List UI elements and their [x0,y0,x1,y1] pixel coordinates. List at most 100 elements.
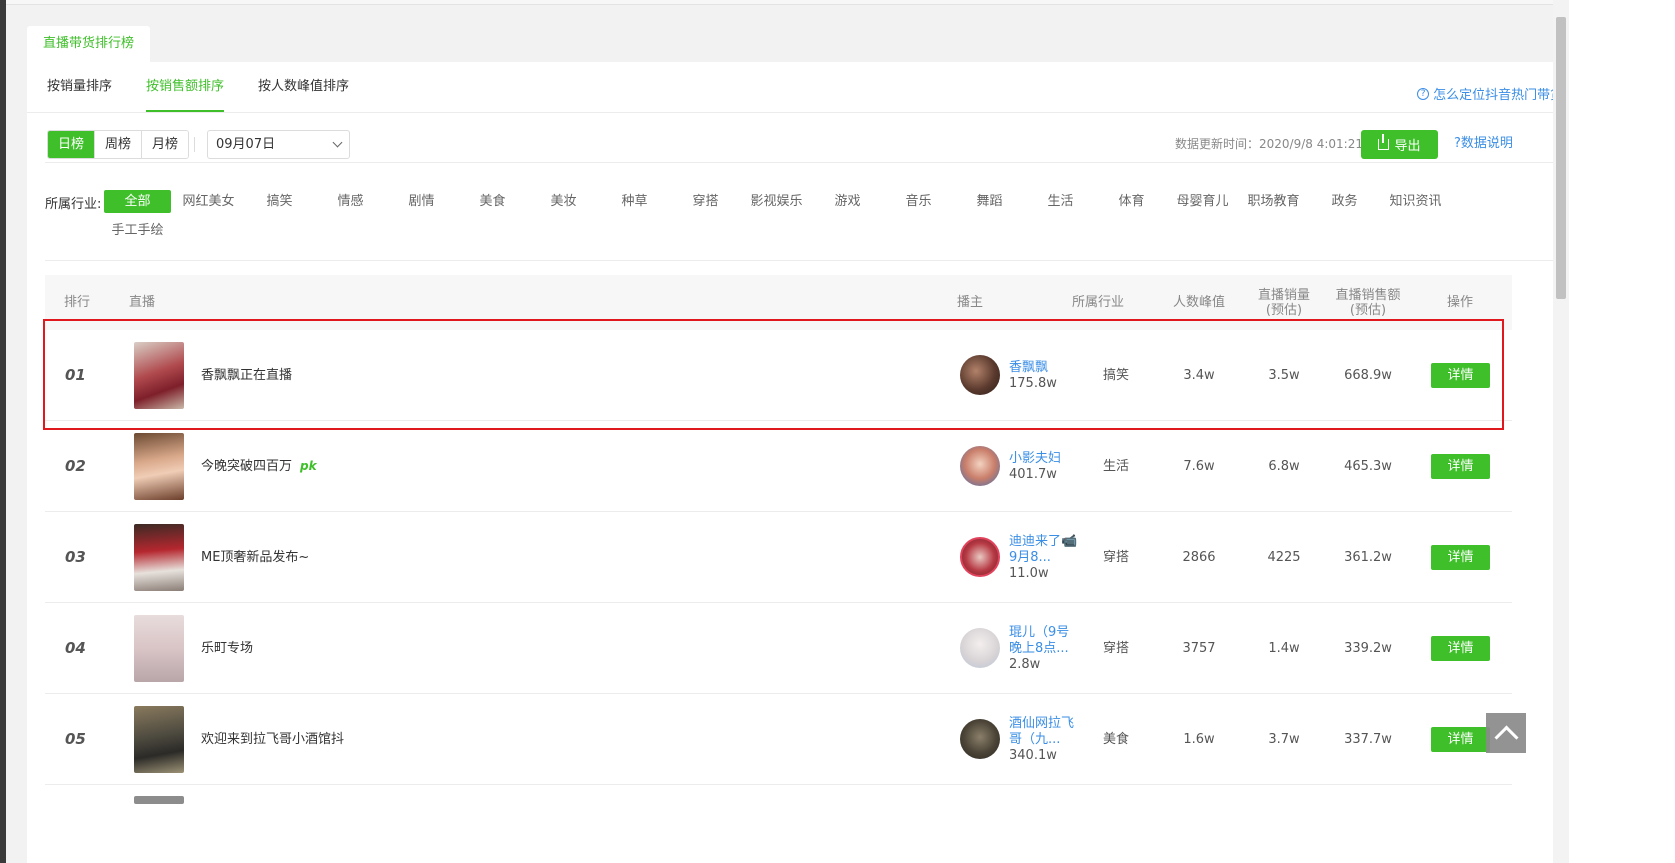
tab-sort-by-peak[interactable]: 按人数峰值排序 [258,62,349,112]
tab-sort-by-amount[interactable]: 按销售额排序 [146,62,225,112]
sales-amount-cell: 361.2w [1344,550,1392,565]
industry-chip[interactable]: 游戏 [814,190,881,213]
date-select[interactable]: 09月07日 [207,130,350,159]
table-row: 03 ME顶奢新品发布~ 迪迪来了📹9月8... 11.0w 穿搭 2866 4… [45,512,1512,603]
tab-sort-by-volume[interactable]: 按销量排序 [47,62,112,112]
table-header: 排行 直播 播主 所属行业 人数峰值 直播销量(预估) 直播销售额(预估) 操作 [45,275,1512,330]
industry-chip[interactable]: 剧情 [388,190,455,213]
anchor-fans: 11.0w [1009,566,1049,581]
industry-chip-all[interactable]: 全部 [104,190,171,213]
anchor-avatar[interactable] [960,355,1000,395]
back-to-top-button[interactable] [1486,713,1526,753]
date-select-value: 09月07日 [216,137,276,152]
anchor-avatar[interactable] [960,628,1000,668]
live-title[interactable]: 乐町专场 [201,603,253,694]
industry-chip[interactable]: 影视娱乐 [743,190,810,213]
table-row: 04 乐町专场 琨儿（9号晚上8点... 2.8w 穿搭 3757 1.4w 3… [45,603,1512,694]
live-title-text: 今晚突破四百万 [201,459,293,474]
industry-chip[interactable]: 搞笑 [246,190,313,213]
top-strip [6,0,1660,5]
peak-cell: 3757 [1182,641,1216,656]
tab-weekly[interactable]: 周榜 [95,131,143,158]
divider [45,162,1619,163]
industry-chip[interactable]: 情感 [317,190,384,213]
anchor-info: 香飘飘 175.8w [1009,360,1079,392]
live-title[interactable]: 香飘飘正在直播 [201,330,292,421]
sales-volume-cell: 3.7w [1268,732,1300,747]
sales-volume-cell: 1.4w [1268,641,1300,656]
industry-chip[interactable]: 穿搭 [672,190,739,213]
detail-button[interactable]: 详情 [1431,363,1490,388]
detail-button[interactable]: 详情 [1431,545,1490,570]
industry-chip[interactable]: 美妆 [530,190,597,213]
detail-button[interactable]: 详情 [1431,727,1490,752]
data-help-link[interactable]: ?数据说明 [1454,135,1513,153]
industry-chip[interactable]: 网红美女 [175,190,242,213]
column-header-sales-volume: 直播销量(预估) [1257,287,1310,318]
industry-chip[interactable]: 职场教育 [1240,190,1307,213]
anchor-avatar[interactable] [960,446,1000,486]
peak-cell: 1.6w [1183,732,1215,747]
peak-cell: 3.4w [1183,368,1215,383]
industry-chip[interactable]: 政务 [1311,190,1378,213]
anchor-fans: 175.8w [1009,376,1057,391]
sales-amount-cell: 337.7w [1344,732,1392,747]
page-title-tab[interactable]: 直播带货排行榜 [27,26,151,62]
industry-chip[interactable]: 知识资讯 [1382,190,1449,213]
detail-button[interactable]: 详情 [1431,454,1490,479]
industry-chip[interactable]: 体育 [1098,190,1165,213]
live-title[interactable]: 今晚突破四百万 pk [201,421,317,512]
live-thumbnail[interactable] [134,796,184,804]
anchor-name[interactable]: 酒仙网拉飞哥（九... [1009,716,1079,748]
industry-chip[interactable]: 手工手绘 [104,219,171,242]
scrollbar-thumb[interactable] [1556,17,1566,299]
industry-cell: 穿搭 [1102,641,1129,656]
industry-chip[interactable]: 母婴育儿 [1169,190,1236,213]
industry-chip[interactable]: 舞蹈 [956,190,1023,213]
export-button[interactable]: 导出 [1361,130,1438,159]
industry-chip[interactable]: 种草 [601,190,668,213]
anchor-info: 迪迪来了📹9月8... 11.0w [1009,534,1079,582]
column-header-rank: 排行 [63,295,90,310]
column-header-live: 直播 [128,295,155,310]
anchor-avatar[interactable] [960,537,1000,577]
industry-chip[interactable]: 生活 [1027,190,1094,213]
peak-cell: 2866 [1182,550,1216,565]
column-header-industry: 所属行业 [1071,295,1124,310]
table-row: 05 欢迎来到拉飞哥小酒馆抖 酒仙网拉飞哥（九... 340.1w 美食 1.6… [45,694,1512,785]
live-thumbnail[interactable] [134,342,184,409]
industry-cell: 穿搭 [1102,550,1129,565]
anchor-fans: 2.8w [1009,657,1041,672]
live-thumbnail[interactable] [134,615,184,682]
live-thumbnail[interactable] [134,706,184,773]
sort-tabs: 按销量排序 按销售额排序 按人数峰值排序 [47,62,349,112]
detail-button[interactable]: 详情 [1431,636,1490,661]
anchor-info: 琨儿（9号晚上8点... 2.8w [1009,625,1079,673]
anchor-avatar[interactable] [960,719,1000,759]
rank-number: 04 [65,639,86,657]
anchor-name[interactable]: 琨儿（9号晚上8点... [1009,625,1079,657]
sales-volume-cell: 4225 [1267,550,1301,565]
live-thumbnail[interactable] [134,524,184,591]
rank-number: 03 [65,548,86,566]
blank-area [1569,0,1675,863]
upload-icon [1378,134,1390,150]
window-left-edge [0,0,6,863]
live-thumbnail[interactable] [134,433,184,500]
column-header-sales-amount: 直播销售额(预估) [1335,287,1401,318]
rank-number: 05 [65,730,86,748]
industry-chip[interactable]: 音乐 [885,190,952,213]
live-title[interactable]: ME顶奢新品发布~ [201,512,309,603]
scrollbar[interactable] [1553,0,1569,863]
anchor-info: 小影夫妇 401.7w [1009,451,1079,483]
industry-cell: 生活 [1102,459,1129,474]
anchor-name[interactable]: 小影夫妇 [1009,451,1079,467]
column-header-action: 操作 [1446,295,1473,310]
tab-daily[interactable]: 日榜 [48,131,96,158]
live-title[interactable]: 欢迎来到拉飞哥小酒馆抖 [201,694,344,785]
anchor-name[interactable]: 香飘飘 [1009,360,1079,376]
anchor-name[interactable]: 迪迪来了📹9月8... [1009,534,1079,566]
tab-monthly[interactable]: 月榜 [142,131,189,158]
chevron-down-icon [332,137,343,148]
industry-chip[interactable]: 美食 [459,190,526,213]
